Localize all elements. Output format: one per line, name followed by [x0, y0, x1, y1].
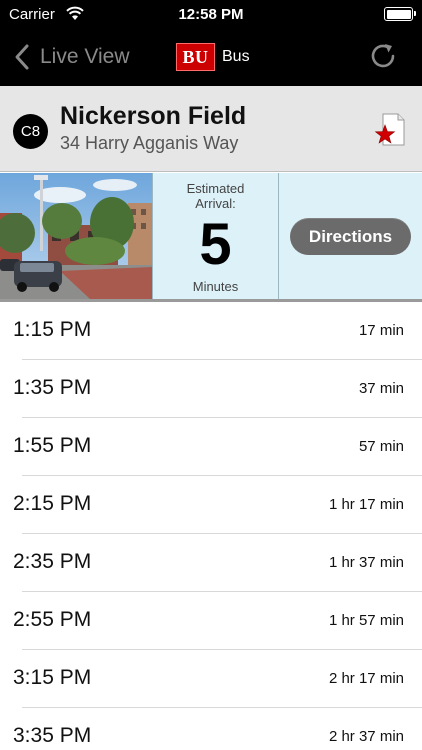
stop-address: 34 Harry Agganis Way — [60, 133, 239, 153]
departure-row[interactable]: 2:15 PM 1 hr 17 min — [0, 476, 422, 534]
route-badge: C8 — [13, 114, 48, 149]
departure-wait: 17 min — [358, 322, 404, 339]
departure-wait: 1 hr 17 min — [328, 496, 404, 513]
departure-time: 2:35 PM — [13, 550, 92, 573]
navigation-bar: Live View BU Bus — [0, 30, 422, 86]
stop-photo — [0, 173, 152, 299]
status-time: 12:58 PM — [178, 6, 244, 23]
back-button[interactable]: Live View — [14, 42, 130, 72]
arrival-panel: Estimated Arrival: 5 Minutes Directions — [0, 173, 422, 302]
battery-icon — [384, 7, 416, 21]
departure-row[interactable]: 2:35 PM 1 hr 37 min — [0, 534, 422, 592]
departures-list: 1:15 PM 17 min 1:35 PM 37 min 1:55 PM 57 min 2… — [0, 302, 422, 750]
app-brand: BU Bus — [176, 43, 250, 71]
top-bar: Carrier 12:58 PM Live View BU Bus — [0, 0, 422, 86]
eta-value: 5 — [199, 212, 232, 277]
departure-wait: 1 hr 57 min — [328, 612, 404, 629]
back-label: Live View — [40, 45, 130, 68]
departure-row[interactable]: 2:55 PM 1 hr 57 min — [0, 592, 422, 650]
departure-time: 2:15 PM — [13, 492, 92, 515]
eta-unit: Minutes — [192, 279, 239, 294]
estimated-arrival: Estimated Arrival: 5 Minutes — [152, 173, 279, 299]
directions-button[interactable]: Directions — [290, 218, 411, 255]
departure-wait: 37 min — [358, 380, 404, 397]
departure-time: 1:15 PM — [13, 318, 92, 341]
departure-row[interactable]: 1:15 PM 17 min — [0, 302, 422, 360]
refresh-icon[interactable] — [368, 41, 398, 71]
departure-time: 1:35 PM — [13, 376, 92, 399]
departure-row[interactable]: 1:55 PM 57 min — [0, 418, 422, 476]
departure-time: 2:55 PM — [13, 608, 92, 631]
bu-logo: BU — [176, 43, 215, 71]
page-title: Bus — [222, 48, 250, 65]
status-bar: Carrier 12:58 PM — [0, 0, 422, 30]
favorite-star-icon[interactable] — [374, 112, 406, 148]
departure-wait: 57 min — [358, 438, 404, 455]
stop-name: Nickerson Field — [60, 102, 247, 130]
departure-row[interactable]: 1:35 PM 37 min — [0, 360, 422, 418]
departure-time: 3:15 PM — [13, 666, 92, 689]
departure-row[interactable]: 3:35 PM 2 hr 37 min — [0, 708, 422, 750]
departure-time: 3:35 PM — [13, 724, 92, 747]
departure-wait: 2 hr 37 min — [328, 728, 404, 745]
stop-header: C8 Nickerson Field 34 Harry Agganis Way — [0, 86, 422, 172]
departure-time: 1:55 PM — [13, 434, 92, 457]
battery-fill — [386, 9, 411, 19]
departure-row[interactable]: 3:15 PM 2 hr 17 min — [0, 650, 422, 708]
departure-wait: 2 hr 17 min — [328, 670, 404, 687]
chevron-left-icon — [15, 44, 29, 70]
departure-wait: 1 hr 37 min — [328, 554, 404, 571]
battery-nub — [414, 11, 416, 16]
eta-label: Estimated Arrival: — [186, 181, 245, 211]
